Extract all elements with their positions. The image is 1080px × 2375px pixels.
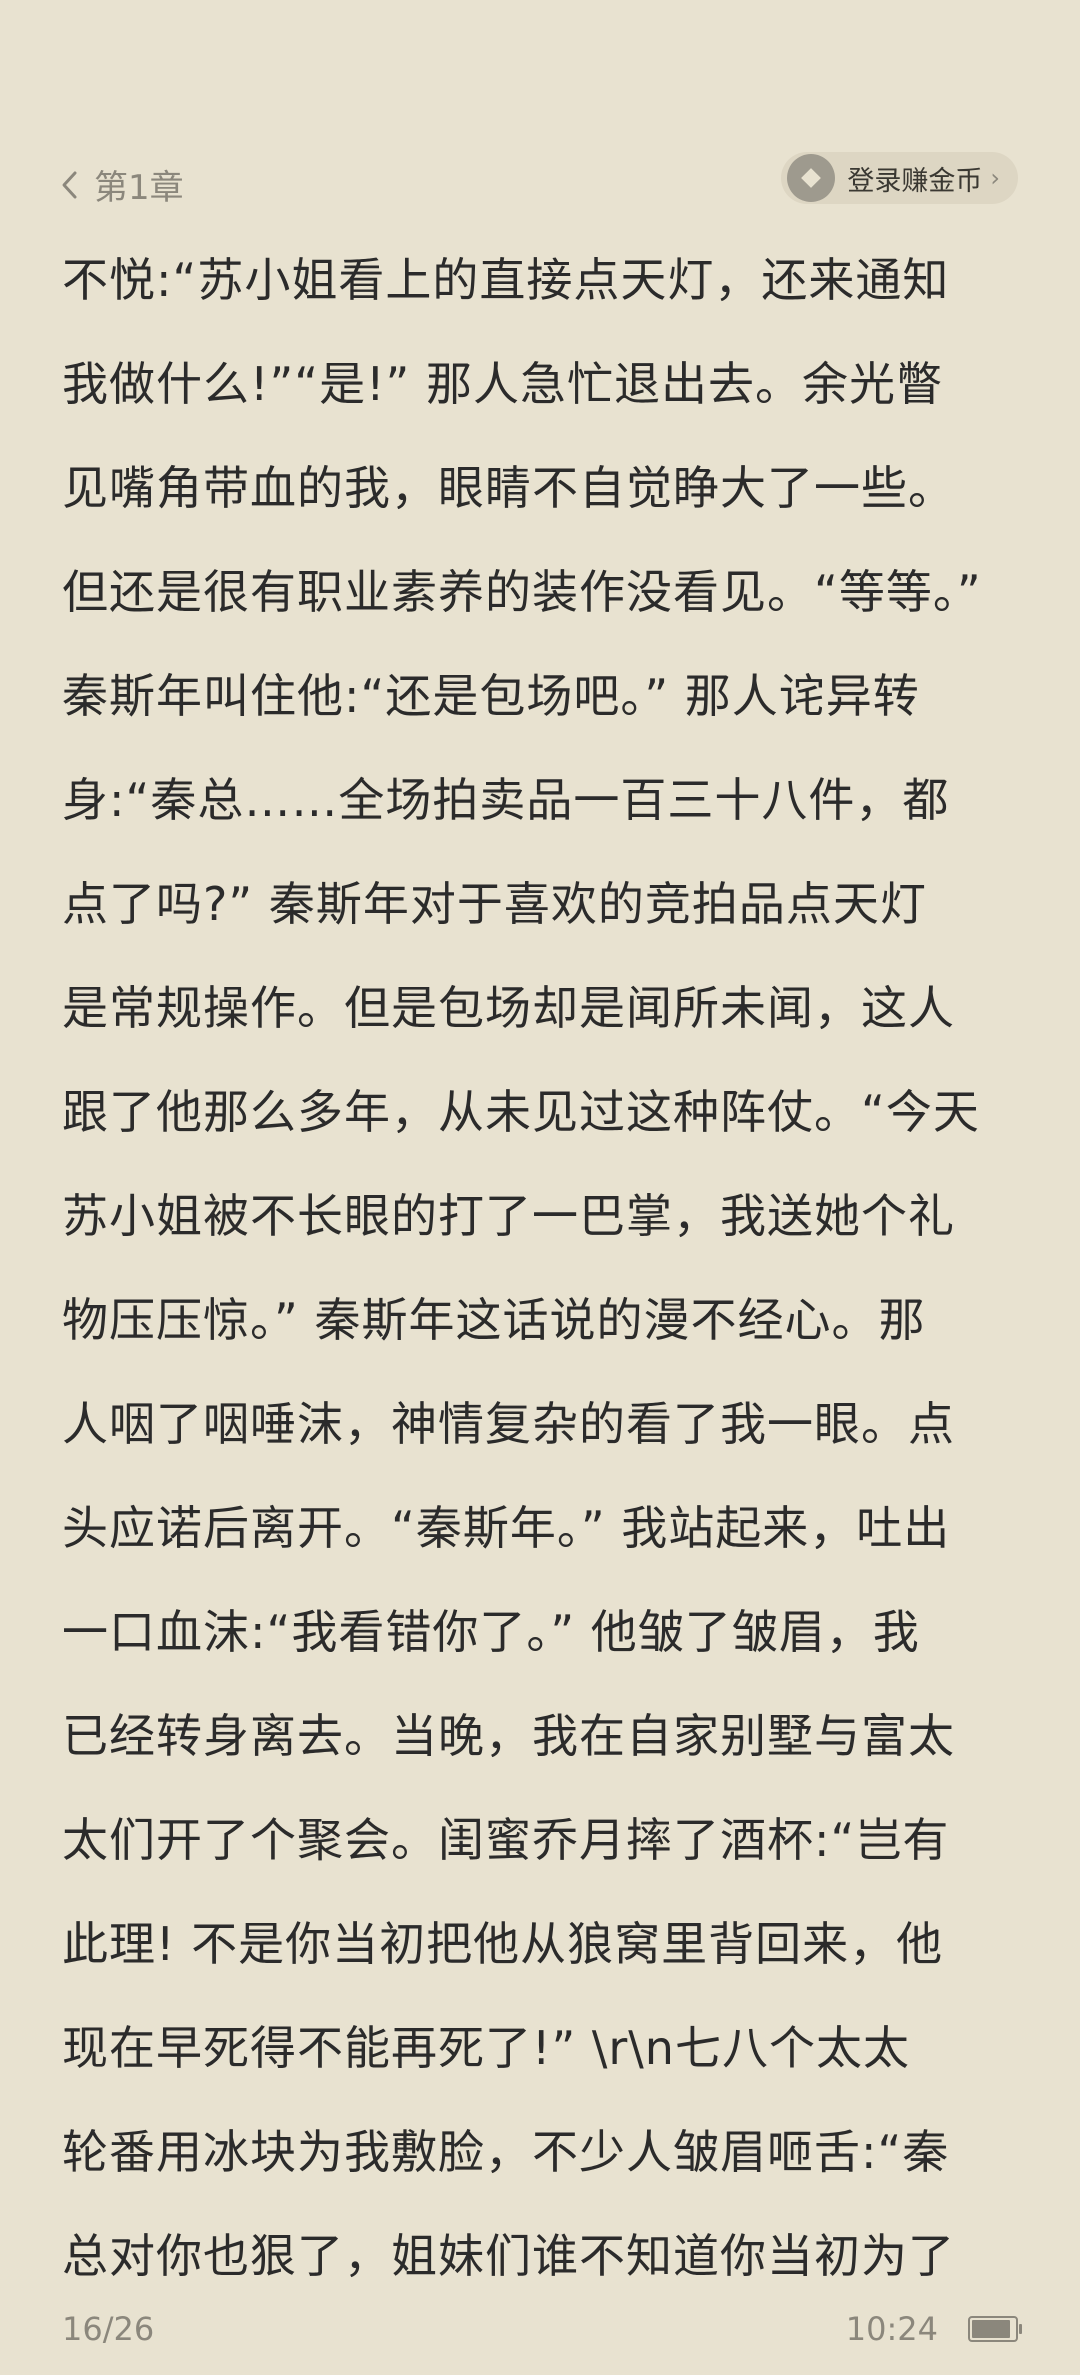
battery-level — [972, 2320, 1010, 2338]
coin-icon — [787, 154, 836, 202]
chevron-left-icon — [60, 170, 78, 200]
text-line: 太们开了个聚会。闺蜜乔月摔了酒杯:“岂有 — [62, 1813, 950, 1867]
reader-footer: 16/26 10:24 — [0, 2310, 1080, 2360]
back-button[interactable]: 第1章 — [60, 160, 184, 209]
coin-button-label: 登录赚金币 — [847, 165, 983, 197]
text-line: 人咽了咽唾沫，神情复杂的看了我一眼。点 — [62, 1397, 955, 1451]
reader-top-bar: 第1章 登录赚金币 › — [0, 150, 1080, 210]
text-line: 一口血沫:“我看错你了。” 他皱了皱眉，我 — [62, 1605, 920, 1659]
text-line: 见嘴角带血的我，眼睛不自觉睁大了一些。 — [62, 461, 955, 515]
text-line: 身:“秦总……全场拍卖品一百三十八件，都 — [62, 773, 950, 827]
battery-icon — [968, 2316, 1022, 2342]
chapter-text: 不悦:“苏小姐看上的直接点天灯，还来通知 我做什么!”“是!” 那人急忙退出去。余… — [62, 228, 1022, 2308]
text-line: 物压压惊。” 秦斯年这话说的漫不经心。那 — [62, 1293, 926, 1347]
text-line: 轮番用冰块为我敷脸，不少人皱眉咂舌:“秦 — [62, 2125, 950, 2179]
text-line: 总对你也狠了，姐妹们谁不知道你当初为了 — [62, 2229, 955, 2283]
text-line: 已经转身离去。当晚，我在自家别墅与富太 — [62, 1709, 955, 1763]
text-line: 头应诺后离开。“秦斯年。” 我站起来，吐出 — [62, 1501, 951, 1555]
text-line: 不悦:“苏小姐看上的直接点天灯，还来通知 — [62, 253, 950, 307]
text-line: 但还是很有职业素养的装作没看见。“等等。” — [62, 565, 982, 619]
login-earn-coins-button[interactable]: 登录赚金币 › — [781, 152, 1018, 204]
text-line: 是常规操作。但是包场却是闻所未闻，这人 — [62, 981, 955, 1035]
clock: 10:24 — [845, 2310, 938, 2348]
text-line: 此理! 不是你当初把他从狼窝里背回来，他 — [62, 1917, 944, 1971]
text-line: 苏小姐被不长眼的打了一巴掌，我送她个礼 — [62, 1189, 955, 1243]
chevron-right-icon: › — [990, 164, 1000, 192]
text-line: 点了吗?” 秦斯年对于喜欢的竞拍品点天灯 — [62, 877, 927, 931]
text-line: 现在早死得不能再死了!” \r\n七八个太太 — [62, 2021, 910, 2075]
chapter-title: 第1章 — [94, 168, 184, 208]
text-line: 秦斯年叫住他:“还是包场吧。” 那人诧异转 — [62, 669, 920, 723]
text-line: 我做什么!”“是!” 那人急忙退出去。余光瞥 — [62, 357, 943, 411]
text-line: 跟了他那么多年，从未见过这种阵仗。“今天 — [62, 1085, 980, 1139]
page-indicator: 16/26 — [62, 2310, 155, 2348]
